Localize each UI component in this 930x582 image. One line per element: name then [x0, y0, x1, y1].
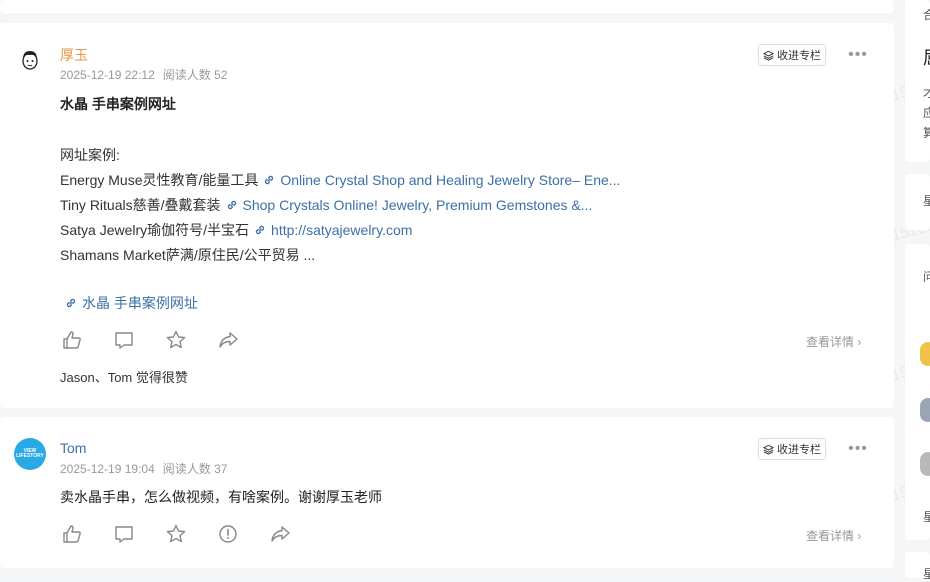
body-line: 网址案例: — [60, 143, 880, 168]
post-body: 网址案例: Energy Muse灵性教育/能量工具 Online Crystal… — [60, 143, 880, 268]
post-meta: 2025-12-19 19:04 阅读人数 37 — [60, 460, 227, 477]
more-icon[interactable]: ••• — [848, 439, 868, 459]
view-count: 阅读人数 37 — [162, 462, 228, 476]
avatar[interactable] — [920, 398, 930, 422]
body-line: Shamans Market萨满/原住民/公平贸易 ... — [60, 243, 880, 268]
sidebar-text: 星 — [923, 510, 930, 524]
body-link[interactable]: http://satyajewelry.com — [271, 222, 412, 238]
post-actions — [60, 522, 292, 546]
link-icon — [227, 200, 236, 210]
comment-icon[interactable] — [112, 328, 136, 352]
view-details-link[interactable]: 查看详情 › — [806, 527, 861, 544]
collect-icon — [763, 444, 774, 455]
sidebar-text: 星 — [923, 194, 930, 208]
sidebar-text: 屈 — [923, 44, 930, 70]
author-name[interactable]: Tom — [60, 440, 86, 456]
sidebar-text: 问 — [923, 270, 930, 284]
sidebar-text: 合 — [923, 8, 930, 22]
avatar[interactable] — [920, 452, 930, 476]
view-details-label: 查看详情 — [806, 335, 855, 349]
sidebar-text: 才 — [923, 86, 930, 100]
star-icon[interactable] — [164, 328, 188, 352]
body-text: Shamans Market萨满/原住民/公平贸易 ... — [60, 247, 316, 263]
sidebar-text: 应 — [923, 106, 930, 120]
body-link[interactable]: Online Crystal Shop and Healing Jewelry … — [280, 172, 620, 188]
body-text: Satya Jewelry瑜伽符号/半宝石 — [60, 222, 250, 238]
collect-icon — [763, 50, 774, 61]
share-icon[interactable] — [268, 522, 292, 546]
view-count: 阅读人数 52 — [162, 68, 228, 82]
comment-icon[interactable] — [112, 522, 136, 546]
body-text: 网址案例: — [60, 147, 120, 163]
sidebar-card — [905, 244, 930, 540]
star-icon[interactable] — [164, 522, 188, 546]
body-text: Tiny Rituals慈善/叠戴套装 — [60, 197, 221, 213]
author-avatar[interactable] — [14, 44, 46, 76]
chevron-right-icon: › — [857, 335, 862, 349]
article-link[interactable]: 水晶 手串案例网址 — [64, 293, 198, 313]
post-title: 水晶 手串案例网址 — [60, 96, 176, 112]
post-meta: 2025-12-19 22:12 阅读人数 52 — [60, 66, 227, 83]
avatar-text: VIEW LIFESTORY — [16, 448, 44, 459]
sidebar-text: 星 — [923, 567, 930, 581]
post-date: 2025-12-19 22:12 — [60, 68, 155, 82]
report-icon[interactable] — [216, 522, 240, 546]
avatar[interactable] — [920, 342, 930, 366]
collect-label: 收进专栏 — [777, 50, 821, 62]
post-text: 卖水晶手串，怎么做视频，有啥案例。谢谢厚玉老师 — [60, 489, 382, 505]
like-icon[interactable] — [60, 522, 84, 546]
collect-button[interactable]: 收进专栏 — [758, 44, 826, 66]
like-icon[interactable] — [60, 328, 84, 352]
body-line: Energy Muse灵性教育/能量工具 Online Crystal Shop … — [60, 168, 880, 193]
link-icon — [255, 225, 265, 235]
view-details-link[interactable]: 查看详情 › — [806, 333, 861, 350]
link-icon — [265, 175, 274, 185]
share-icon[interactable] — [216, 328, 240, 352]
body-line: Satya Jewelry瑜伽符号/半宝石 http://satyajewelry… — [60, 218, 880, 243]
link-icon — [66, 298, 76, 308]
likers-text: Jason、Tom 觉得很赞 — [60, 370, 188, 385]
author-name[interactable]: 厚玉 — [60, 45, 88, 65]
author-avatar[interactable]: VIEW LIFESTORY — [14, 438, 46, 470]
body-link[interactable]: Shop Crystals Online! Jewelry, Premium G… — [243, 197, 593, 213]
body-line: Tiny Rituals慈善/叠戴套装 Shop Crystals Online!… — [60, 193, 880, 218]
sidebar-text: 算 — [923, 126, 930, 140]
view-details-label: 查看详情 — [806, 529, 855, 543]
collect-label: 收进专栏 — [777, 444, 821, 456]
body-text: Energy Muse灵性教育/能量工具 — [60, 172, 259, 188]
chevron-right-icon: › — [857, 529, 862, 543]
post-actions — [60, 328, 240, 352]
article-link-label: 水晶 手串案例网址 — [82, 295, 198, 311]
post-date: 2025-12-19 19:04 — [60, 462, 155, 476]
collect-button[interactable]: 收进专栏 — [758, 438, 826, 460]
more-icon[interactable]: ••• — [848, 45, 868, 65]
previous-post-card — [0, 0, 894, 13]
